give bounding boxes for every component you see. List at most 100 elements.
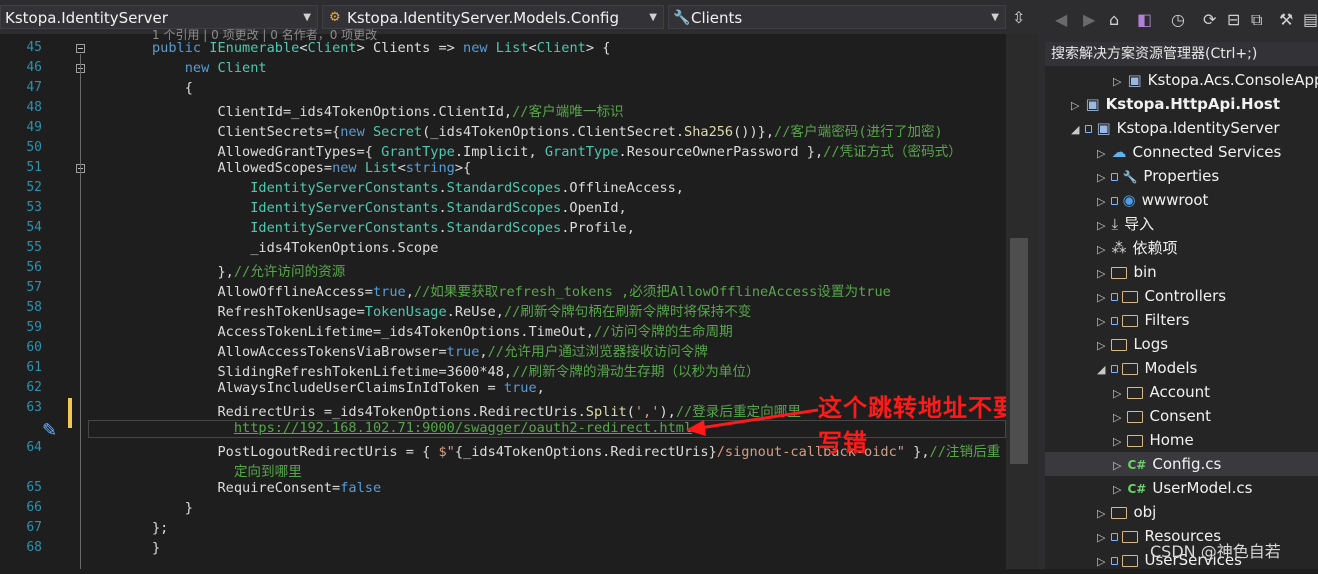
globe-icon: ◉ — [1122, 191, 1136, 209]
collapsed-icon[interactable]: ▷ — [1097, 531, 1105, 544]
collapsed-icon[interactable]: ▷ — [1097, 147, 1105, 160]
tree-item[interactable]: ▷ ⤓ 导入 — [1097, 212, 1154, 236]
lock-icon — [1111, 556, 1119, 565]
tree-item-label: bin — [1133, 263, 1157, 281]
collapsed-icon[interactable]: ▷ — [1113, 459, 1121, 472]
folder-icon — [1122, 314, 1139, 327]
collapsed-icon[interactable]: ▷ — [1113, 483, 1121, 496]
collapsed-icon[interactable]: ▷ — [1113, 75, 1121, 88]
lock-icon — [1111, 196, 1119, 205]
tree-item[interactable]: ▷ ☁ Connected Services — [1097, 140, 1281, 164]
folder-icon — [1122, 362, 1139, 375]
lock-icon — [1111, 532, 1119, 541]
collapsed-icon[interactable]: ▷ — [1097, 219, 1105, 232]
tree-item[interactable]: ▷ 🔧 Properties — [1097, 164, 1219, 188]
lock-icon — [1085, 124, 1093, 133]
solution-explorer: ◀ ▶ ⌂ ◧ ◷ ⟳ ⊟ ⧉ ⚒ ▤ 搜索解决方案资源管理器(Ctrl+;) … — [1045, 0, 1318, 569]
folder-icon — [1122, 530, 1139, 543]
folder-icon — [1111, 338, 1128, 351]
tree-item-label: Controllers — [1144, 287, 1227, 305]
dependencies-icon: ⁂ — [1111, 239, 1127, 257]
code-editor[interactable]: Kstopa.IdentityServer ▼ Kstopa.IdentityS… — [0, 0, 1038, 569]
collapsed-icon[interactable]: ▷ — [1113, 411, 1121, 424]
back-icon[interactable]: ◀ — [1055, 10, 1067, 29]
tree-item[interactable]: ◢ Models — [1097, 356, 1197, 380]
show-all-files-icon[interactable]: ⧉ — [1251, 10, 1262, 30]
tree-item-label: Filters — [1144, 311, 1190, 329]
collapsed-icon[interactable]: ▷ — [1097, 555, 1105, 568]
tree-item-label: Kstopa.Acs.ConsoleApp — [1147, 71, 1318, 89]
tree-item[interactable]: ▷ C# Config.cs — [1045, 452, 1318, 476]
collapsed-icon[interactable]: ▷ — [1097, 243, 1105, 256]
tree-item-label: Logs — [1133, 335, 1169, 353]
collapsed-icon[interactable]: ▷ — [1097, 507, 1105, 520]
connected-services-icon: ☁ — [1111, 143, 1127, 161]
properties-icon[interactable]: ▤ — [1303, 10, 1318, 29]
folder-icon — [1127, 434, 1144, 447]
tree-item-label: Connected Services — [1132, 143, 1282, 161]
tree-item-label: 导入 — [1124, 215, 1155, 233]
expanded-icon[interactable]: ◢ — [1071, 123, 1079, 136]
project-icon: ▣ — [1127, 71, 1142, 89]
solution-search-input[interactable]: 搜索解决方案资源管理器(Ctrl+;) — [1045, 42, 1318, 66]
tree-item[interactable]: ▷ Controllers — [1097, 284, 1226, 308]
tree-item-label: Kstopa.IdentityServer — [1116, 119, 1280, 137]
tree-item-label: Consent — [1149, 407, 1212, 425]
tree-item-label: Models — [1144, 359, 1198, 377]
tree-item-label: Home — [1149, 431, 1194, 449]
lock-icon — [1111, 364, 1119, 373]
tree-item[interactable]: ▷ Filters — [1097, 308, 1189, 332]
collapsed-icon[interactable]: ▷ — [1097, 171, 1105, 184]
folder-icon — [1122, 554, 1139, 567]
tree-item-label: UserModel.cs — [1152, 479, 1253, 497]
collapsed-icon[interactable]: ▷ — [1097, 339, 1105, 352]
tree-item-label: Account — [1149, 383, 1211, 401]
project-icon: ▣ — [1096, 119, 1111, 137]
properties-icon: 🔧 — [1122, 170, 1138, 184]
home-icon[interactable]: ⌂ — [1109, 10, 1119, 29]
folder-icon — [1127, 386, 1144, 399]
import-icon: ⤓ — [1111, 215, 1119, 233]
tree-item[interactable]: ▷ obj — [1097, 500, 1156, 524]
collapsed-icon[interactable]: ▷ — [1071, 99, 1079, 112]
switch-views-icon[interactable]: ◧ — [1137, 10, 1152, 29]
scrollbar-thumb[interactable] — [1010, 238, 1028, 464]
tree-item[interactable]: ▷ bin — [1097, 260, 1157, 284]
tree-item[interactable]: ▷ C# UserModel.cs — [1113, 476, 1252, 500]
tree-item[interactable]: ▷ ⁂ 依赖项 — [1097, 236, 1177, 260]
tree-item[interactable]: ◢ ▣ Kstopa.IdentityServer — [1071, 116, 1280, 140]
wrench-icon[interactable]: ⚒ — [1279, 10, 1293, 29]
solution-toolbar: ◀ ▶ ⌂ ◧ ◷ ⟳ ⊟ ⧉ ⚒ ▤ — [1045, 0, 1318, 42]
tree-item[interactable]: ▷ ▣ Kstopa.HttpApi.Host — [1071, 92, 1280, 116]
tree-item[interactable]: ▷ Logs — [1097, 332, 1168, 356]
collapsed-icon[interactable]: ▷ — [1113, 435, 1121, 448]
collapsed-icon[interactable]: ▷ — [1113, 387, 1121, 400]
lock-icon — [1111, 292, 1119, 301]
tree-item-label: Kstopa.HttpApi.Host — [1105, 95, 1281, 113]
tree-item[interactable]: ▷ Account — [1113, 380, 1210, 404]
sync-icon[interactable]: ⟳ — [1203, 10, 1216, 29]
tree-item[interactable]: ▷ ◉ wwwroot — [1097, 188, 1208, 212]
folder-icon — [1111, 506, 1128, 519]
forward-icon[interactable]: ▶ — [1083, 10, 1095, 29]
annotation-arrow — [686, 408, 819, 436]
tree-item-label: Properties — [1143, 167, 1220, 185]
collapsed-icon[interactable]: ▷ — [1097, 267, 1105, 280]
collapsed-icon[interactable]: ▷ — [1097, 195, 1105, 208]
collapse-all-icon[interactable]: ⊟ — [1227, 10, 1240, 29]
csharp-file-icon: C# — [1127, 458, 1147, 472]
collapsed-icon[interactable]: ▷ — [1097, 315, 1105, 328]
folder-icon — [1111, 266, 1128, 279]
lock-icon — [1111, 316, 1119, 325]
tree-item[interactable]: ▷ ▣ Kstopa.Acs.ConsoleApp — [1113, 68, 1318, 92]
tree-item-label: 依赖项 — [1132, 239, 1178, 257]
collapsed-icon[interactable]: ▷ — [1097, 291, 1105, 304]
project-icon: ▣ — [1085, 95, 1100, 113]
tree-item[interactable]: ▷ Home — [1113, 428, 1194, 452]
tree-item-label: wwwroot — [1141, 191, 1209, 209]
splitter[interactable] — [1038, 0, 1045, 569]
folder-icon — [1122, 290, 1139, 303]
pending-changes-icon[interactable]: ◷ — [1171, 10, 1185, 29]
tree-item[interactable]: ▷ Consent — [1113, 404, 1211, 428]
expanded-icon[interactable]: ◢ — [1097, 363, 1105, 376]
